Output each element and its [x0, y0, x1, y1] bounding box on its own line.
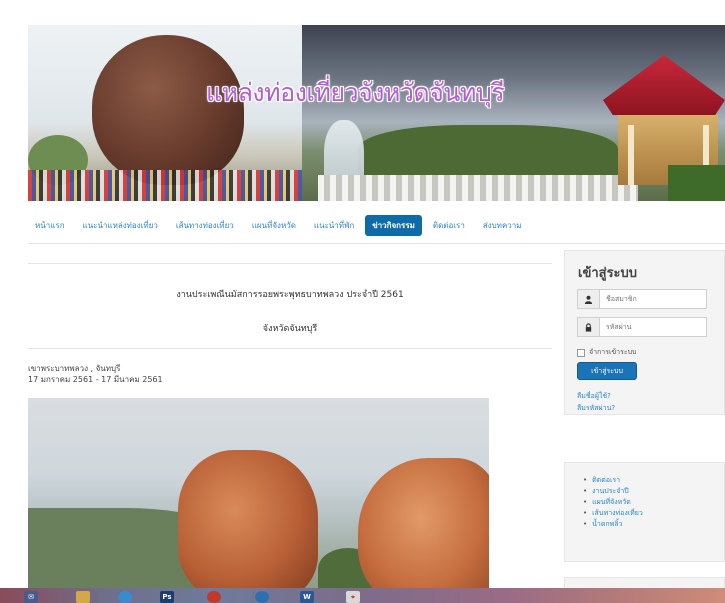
boulder-shape — [178, 450, 318, 590]
side-menu-item-contact[interactable]: ติดต่อเรา — [583, 475, 643, 486]
nav-item-news[interactable]: ข่าวกิจกรรม — [365, 214, 422, 236]
forgot-password-link[interactable]: ลืมรหัสผ่าน? — [577, 403, 615, 414]
nav-divider — [28, 243, 725, 244]
event-subtitle: จังหวัดจันทบุรี — [262, 324, 318, 334]
crowd-shape — [28, 170, 302, 201]
username-field[interactable] — [577, 289, 707, 309]
site-title: แหล่งท่องเที่ยวจังหวัดจันทบุรี — [206, 78, 505, 107]
nav-item-accommodation[interactable]: แนะนำที่พัก — [307, 215, 361, 236]
side-menu-item-waterfall[interactable]: น้ำตกพลิ้ว — [583, 519, 643, 530]
firefox-icon[interactable] — [255, 591, 269, 603]
login-heading: เข้าสู่ระบบ — [578, 266, 638, 281]
password-input[interactable] — [600, 323, 700, 331]
side-menu-item-annual-events[interactable]: งานประจำปี — [583, 486, 643, 497]
remember-checkbox[interactable] — [577, 348, 585, 357]
nav-item-map[interactable]: แผนที่จังหวัด — [245, 215, 303, 236]
username-input[interactable] — [600, 295, 700, 303]
photoshop-icon[interactable]: Ps — [160, 591, 174, 603]
word-icon[interactable]: W — [300, 591, 314, 603]
nav-item-routes[interactable]: เส้นทางท่องเที่ยว — [169, 215, 241, 236]
header-banner: แหล่งท่องเที่ยวจังหวัดจันทบุรี — [28, 25, 725, 201]
side-menu-item-map[interactable]: แผนที่จังหวัด — [583, 497, 643, 508]
divider — [28, 263, 552, 264]
media-icon[interactable] — [207, 591, 221, 603]
railing-shape — [318, 175, 638, 201]
user-icon — [578, 290, 600, 308]
event-date-range: 17 มกราคม 2561 - 17 มีนาคม 2561 — [28, 375, 163, 384]
explorer-icon[interactable] — [76, 591, 90, 603]
nav-item-contact[interactable]: ติดต่อเรา — [426, 215, 472, 236]
lock-icon — [578, 318, 600, 336]
event-photo[interactable] — [28, 398, 489, 590]
login-button[interactable]: เข้าสู่ระบบ — [577, 362, 637, 380]
os-taskbar — [0, 588, 725, 603]
nav-item-home[interactable]: หน้าแรก — [28, 215, 72, 236]
side-menu: ติดต่อเรา งานประจำปี แผนที่จังหวัด เส้นท… — [583, 475, 643, 530]
event-location: เขาพระบาทพลวง , จันทบุรี — [28, 364, 121, 373]
forgot-username-link[interactable]: ลืมชื่อผู้ใช้? — [577, 391, 611, 402]
event-title: งานประเพณีนมัสการรอยพระพุทธบาทพลวง ประจำ… — [176, 290, 404, 300]
password-field[interactable] — [577, 317, 707, 337]
chrome-icon[interactable] — [118, 591, 132, 603]
pdf-icon[interactable]: ⌖ — [346, 591, 360, 603]
divider — [28, 348, 552, 349]
nav-item-attractions[interactable]: แนะนำแหล่งท่องเที่ยว — [76, 215, 165, 236]
remember-label: จำการเข้าระบบ — [589, 348, 637, 356]
mail-icon[interactable]: ✉ — [24, 591, 38, 603]
remember-me[interactable]: จำการเข้าระบบ — [577, 347, 636, 358]
nav-item-submit-article[interactable]: ส่งบทความ — [476, 215, 529, 236]
event-meta: เขาพระบาทพลวง , จันทบุรี 17 มกราคม 2561 … — [28, 363, 163, 385]
main-nav: หน้าแรก แนะนำแหล่งท่องเที่ยว เส้นทางท่อง… — [28, 212, 533, 238]
side-menu-item-routes[interactable]: เส้นทางท่องเที่ยว — [583, 508, 643, 519]
boulder-shape — [358, 458, 489, 590]
